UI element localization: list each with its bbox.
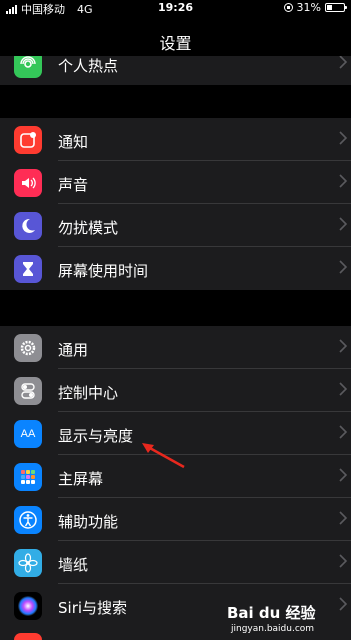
settings-row-label: 屏幕使用时间 — [58, 262, 149, 280]
battery-icon — [325, 3, 347, 12]
hourglass-icon — [14, 255, 42, 283]
home-grid-icon — [14, 463, 42, 491]
notifications-icon — [14, 126, 42, 154]
section-gap — [0, 290, 351, 326]
rotation-lock-icon — [283, 3, 293, 12]
settings-row-label: 主屏幕 — [58, 470, 104, 488]
nav-header-overlay: 设置 — [0, 22, 351, 56]
toggles-icon — [14, 377, 42, 405]
chevron-right-icon — [339, 260, 347, 274]
chevron-right-icon — [339, 131, 347, 145]
status-bar-overlay: 中国移动 4G 19:26 31% — [0, 0, 351, 16]
section-gap — [0, 85, 351, 122]
chevron-right-icon — [339, 468, 347, 482]
settings-row-label: Siri与搜索 — [58, 599, 128, 617]
settings-row-label: 控制中心 — [58, 384, 119, 402]
chevron-right-icon — [339, 339, 347, 353]
settings-row-label: 通用 — [58, 341, 89, 359]
chevron-right-icon — [339, 382, 347, 396]
flower-icon — [14, 549, 42, 577]
settings-row-label: 通知 — [58, 133, 89, 151]
settings-row-label: 墙纸 — [58, 556, 89, 574]
accessibility-icon — [14, 506, 42, 534]
chevron-right-icon — [339, 511, 347, 525]
settings-row-label: 勿扰模式 — [58, 219, 119, 237]
watermark-site: jingyan.baidu.com — [231, 624, 315, 634]
moon-icon — [14, 212, 42, 240]
settings-row-do-not-disturb[interactable]: 勿扰模式 — [0, 204, 351, 247]
settings-row-label: 辅助功能 — [58, 513, 119, 531]
settings-row-control-center[interactable]: 控制中心 — [0, 369, 351, 412]
settings-row-label: 个人热点 — [58, 57, 119, 75]
chevron-right-icon — [339, 174, 347, 188]
baidu-watermark: Bai du 经验 jingyan.baidu.com — [227, 602, 345, 638]
sounds-icon — [14, 169, 42, 197]
battery-percent: 31% — [296, 1, 321, 14]
page-title: 设置 — [159, 34, 192, 53]
chevron-right-icon — [339, 554, 347, 568]
settings-row-screen-time[interactable]: 屏幕使用时间 — [0, 247, 351, 290]
red-arrow-icon — [142, 443, 185, 469]
settings-row-sounds[interactable]: 声音 — [0, 161, 351, 204]
display-icon: AA — [14, 420, 42, 448]
chevron-right-icon — [339, 217, 347, 231]
settings-row-notifications[interactable]: 通知 — [0, 118, 351, 161]
gear-icon — [14, 334, 42, 362]
chevron-right-icon — [339, 425, 347, 439]
settings-row-label: 声音 — [58, 176, 89, 194]
settings-row-accessibility[interactable]: 辅助功能 — [0, 498, 351, 541]
settings-row-wallpaper[interactable]: 墙纸 — [0, 541, 351, 584]
settings-row-label: 显示与亮度 — [58, 427, 134, 445]
watermark-logo: Bai du 经验 — [227, 604, 316, 622]
settings-row-general[interactable]: 通用 — [0, 326, 351, 369]
siri-icon — [14, 592, 42, 620]
chevron-right-icon — [339, 55, 347, 69]
